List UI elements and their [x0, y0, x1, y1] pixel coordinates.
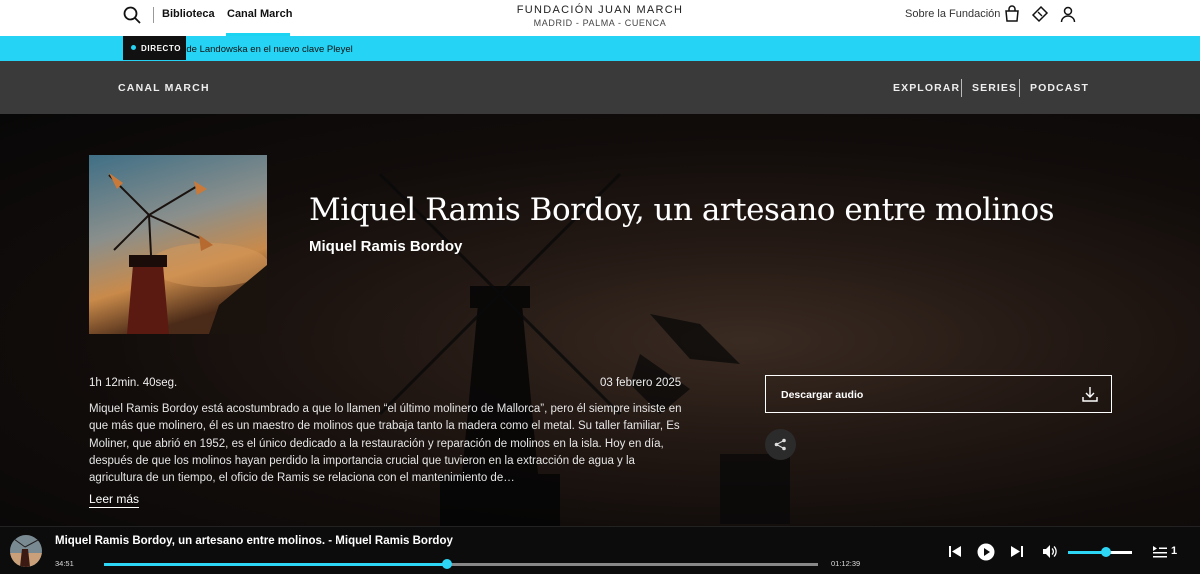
logo-cities: MADRID - PALMA - CUENCA [533, 18, 667, 28]
top-bar: Biblioteca Canal March FUNDACIÓN JUAN MA… [0, 0, 1200, 36]
live-dot-icon [131, 45, 136, 50]
user-icon[interactable] [1059, 5, 1077, 23]
now-playing-title: Miquel Ramis Bordoy, un artesano entre m… [55, 535, 453, 547]
share-icon [774, 438, 786, 451]
live-badge-label: DIRECTO [141, 44, 182, 53]
episode-author[interactable]: Miquel Ramis Bordoy [309, 238, 462, 255]
download-audio-label: Descargar audio [781, 389, 864, 401]
episode-cover-image [89, 155, 267, 334]
episode-duration: 1h 12min. 40seg. [89, 377, 178, 389]
now-playing-thumbnail [10, 535, 42, 567]
audio-player: Miquel Ramis Bordoy, un artesano entre m… [0, 526, 1200, 574]
search-icon[interactable] [122, 5, 142, 25]
nav-divider [961, 79, 962, 97]
logo-name: FUNDACIÓN JUAN MARCH [516, 4, 684, 16]
download-icon [1082, 387, 1098, 402]
nav-biblioteca[interactable]: Biblioteca [162, 8, 215, 20]
progress-handle[interactable] [441, 559, 452, 569]
volume-handle[interactable] [1101, 547, 1112, 557]
shopping-bag-icon[interactable] [1003, 5, 1021, 23]
play-button-icon[interactable] [977, 543, 995, 561]
canal-march-nav: CANAL MARCH EXPLORAR SERIES PODCAST [0, 61, 1200, 114]
download-audio-button[interactable]: Descargar audio [765, 375, 1112, 413]
episode-date: 03 febrero 2025 [600, 377, 682, 389]
next-track-icon[interactable] [1010, 545, 1024, 558]
nav-series[interactable]: SERIES [972, 82, 1017, 94]
queue-count: 1 [1171, 545, 1178, 557]
ticket-icon[interactable] [1031, 5, 1049, 23]
live-ticker-text[interactable]: erg de Landowska en el nuevo clave Pleye… [170, 44, 353, 55]
nav-divider [1019, 79, 1020, 97]
share-button[interactable] [765, 429, 796, 460]
total-time: 01:12:39 [831, 559, 861, 568]
previous-track-icon[interactable] [948, 545, 962, 558]
current-time: 34:51 [55, 559, 74, 568]
ticker-rest: de Landowska en el nuevo clave Pleyel [183, 44, 353, 55]
canal-march-brand[interactable]: CANAL MARCH [118, 82, 210, 94]
volume-icon[interactable] [1042, 544, 1058, 559]
nav-divider [153, 7, 154, 23]
episode-description: Miquel Ramis Bordoy está acostumbrado a … [89, 403, 682, 485]
site-logo[interactable]: FUNDACIÓN JUAN MARCH MADRID - PALMA - CU… [500, 4, 700, 28]
playlist-queue-icon[interactable] [1152, 545, 1167, 558]
episode-title: Miquel Ramis Bordoy, un artesano entre m… [309, 192, 1055, 228]
read-more-link[interactable]: Leer más [89, 492, 140, 508]
progress-bar[interactable] [104, 559, 818, 569]
nav-canal-march[interactable]: Canal March [227, 8, 292, 20]
progress-fill [104, 563, 447, 566]
nav-podcast[interactable]: PODCAST [1030, 82, 1089, 94]
live-badge: DIRECTO [123, 36, 186, 60]
nav-explorar[interactable]: EXPLORAR [893, 82, 960, 94]
volume-slider[interactable] [1068, 547, 1132, 557]
about-link[interactable]: Sobre la Fundación [905, 8, 1000, 20]
